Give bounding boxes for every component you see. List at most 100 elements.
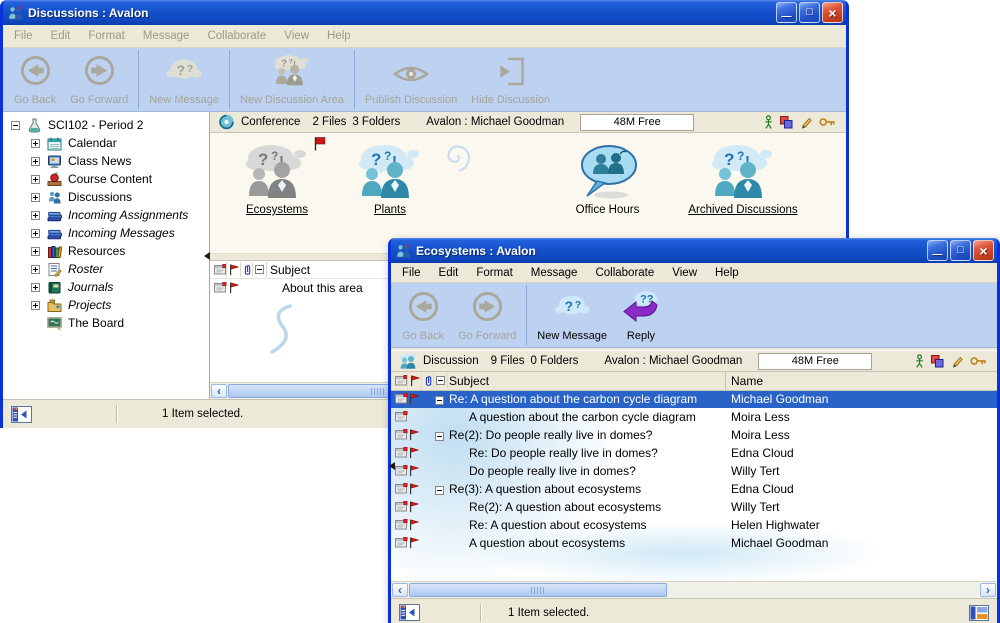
new-message-button[interactable]: ??New Message	[142, 48, 226, 111]
sidebar-item-incoming-messages[interactable]: Incoming Messages	[3, 224, 209, 242]
expand-icon[interactable]	[31, 175, 40, 184]
name-column-header[interactable]: Name	[731, 374, 763, 388]
scroll-left-icon[interactable]: ‹	[211, 384, 227, 398]
collapse-all-icon[interactable]	[255, 265, 264, 274]
menu-item-collaborate[interactable]: Collaborate	[198, 30, 275, 42]
expand-icon[interactable]	[31, 139, 40, 148]
maximize-button[interactable]: □	[950, 240, 971, 261]
file-count: 2 Files	[312, 116, 346, 128]
collapse-icon[interactable]	[435, 484, 444, 498]
message-row[interactable]: A question about ecosystemsMichael Goodm…	[391, 534, 997, 552]
go-forward-icon	[83, 54, 116, 92]
go-forward-button[interactable]: Go Forward	[451, 283, 523, 347]
collapse-icon[interactable]	[435, 430, 444, 444]
file-count: 9 Files	[491, 355, 525, 367]
menu-item-collaborate[interactable]: Collaborate	[586, 267, 663, 279]
collapse-all-icon[interactable]	[436, 376, 445, 385]
maximize-button[interactable]: □	[799, 2, 820, 23]
message-row[interactable]: Re(3): A question about ecosystems Edna C…	[391, 480, 997, 498]
go-back-button[interactable]: Go Back	[7, 48, 63, 111]
message-row[interactable]: Re: A question about the carbon cycle di…	[391, 390, 997, 408]
menu-item-edit[interactable]: Edit	[430, 267, 468, 279]
menu-item-help[interactable]: Help	[318, 30, 360, 42]
expand-icon[interactable]	[31, 193, 40, 202]
message-row[interactable]: Re(2): A question about ecosystemsWilly …	[391, 498, 997, 516]
go-back-icon	[19, 54, 52, 92]
expand-icon[interactable]	[31, 157, 40, 166]
sidebar-item-roster[interactable]: Roster	[3, 260, 209, 278]
scroll-right-icon[interactable]: ›	[980, 583, 996, 597]
splitter-collapse-icon[interactable]	[389, 462, 395, 470]
message-row[interactable]: Re: Do people really live in domes?Edna …	[391, 444, 997, 462]
sidebar-item-the-board[interactable]: The Board	[3, 314, 209, 332]
menu-item-file[interactable]: File	[5, 30, 42, 42]
minimize-button[interactable]: —	[927, 240, 948, 261]
layout-toggle-icon[interactable]	[969, 605, 989, 621]
pane-toggle-icon[interactable]	[11, 406, 32, 423]
expand-icon[interactable]	[31, 211, 40, 220]
go-back-button[interactable]: Go Back	[395, 283, 451, 347]
message-row[interactable]: Re: A question about ecosystemsHelen Hig…	[391, 516, 997, 534]
conference-icon-archived-discussions[interactable]: ?? ! Archived Discussions	[662, 139, 824, 216]
subject-column-header[interactable]: Subject	[449, 374, 489, 388]
new-discussion-area-button[interactable]: ?? ! New Discussion Area	[233, 48, 351, 111]
message-row[interactable]: A question about the carbon cycle diagra…	[391, 408, 997, 426]
status-text: 1 Item selected.	[508, 607, 589, 619]
close-button[interactable]: ×	[822, 2, 843, 23]
sidebar-item-journals[interactable]: Journals	[3, 278, 209, 296]
expand-icon[interactable]	[31, 301, 40, 310]
folder-count: 3 Folders	[352, 116, 400, 128]
scroll-left-icon[interactable]: ‹	[392, 583, 408, 597]
scrollbar-thumb[interactable]	[409, 583, 667, 597]
sidebar-item-projects[interactable]: Projects	[3, 296, 209, 314]
sidebar-item-course-content[interactable]: Course Content	[3, 170, 209, 188]
conference-icon-plants[interactable]: ?? ! Plants	[340, 139, 440, 216]
titlebar-discussions[interactable]: Discussions : Avalon —□×	[3, 0, 846, 25]
expand-icon[interactable]	[31, 229, 40, 238]
envelope-icon	[395, 519, 408, 533]
new-message-button[interactable]: ??New Message	[530, 283, 614, 347]
menu-item-file[interactable]: File	[393, 267, 430, 279]
menu-item-message[interactable]: Message	[522, 267, 587, 279]
expand-icon[interactable]	[31, 247, 40, 256]
expand-icon[interactable]	[31, 265, 40, 274]
message-row[interactable]: Re(2): Do people really live in domes?Mo…	[391, 426, 997, 444]
menu-item-view[interactable]: View	[663, 267, 706, 279]
hide-discussion-button[interactable]: Hide Discussion	[464, 48, 557, 111]
pane-toggle-icon[interactable]	[399, 604, 420, 621]
message-subject: Re: Do people really live in domes?	[469, 446, 658, 460]
sidebar-item-resources[interactable]: Resources	[3, 242, 209, 260]
menu-item-view[interactable]: View	[275, 30, 318, 42]
message-author: Moira Less	[731, 428, 790, 442]
conference-icon-ecosystems[interactable]: ?? ! Ecosystems	[222, 139, 332, 216]
sidebar-item-incoming-assignments[interactable]: Incoming Assignments	[3, 206, 209, 224]
message-author: Edna Cloud	[731, 482, 794, 496]
expand-icon[interactable]	[31, 283, 40, 292]
sidebar-item-calendar[interactable]: Calendar	[3, 134, 209, 152]
menu-item-help[interactable]: Help	[706, 267, 748, 279]
splitter-collapse-icon[interactable]	[204, 252, 210, 260]
titlebar-ecosystems[interactable]: Ecosystems : Avalon —□×	[391, 238, 997, 263]
go-forward-button[interactable]: Go Forward	[63, 48, 135, 111]
conference-icon-office-hours[interactable]: Office Hours	[550, 139, 665, 216]
collapse-icon[interactable]	[435, 394, 444, 408]
collapse-icon[interactable]	[11, 121, 20, 130]
horizontal-scrollbar[interactable]: ‹ ›	[391, 581, 997, 598]
message-row[interactable]: Do people really live in domes?Willy Ter…	[391, 462, 997, 480]
sidebar-item-root[interactable]: SCI102 - Period 2	[3, 116, 209, 134]
subject-column-header[interactable]: Subject	[270, 263, 310, 277]
menu-item-format[interactable]: Format	[467, 267, 521, 279]
reply-button[interactable]: ??Reply	[614, 283, 668, 347]
publish-discussion-button[interactable]: Publish Discussion	[358, 48, 464, 111]
sidebar-item-class-news[interactable]: Class News	[3, 152, 209, 170]
list-header[interactable]: Subject Name	[391, 372, 997, 391]
menu-item-edit[interactable]: Edit	[42, 30, 80, 42]
minimize-button[interactable]: —	[776, 2, 797, 23]
envelope-icon	[395, 447, 408, 461]
message-subject: Re(3): A question about ecosystems	[449, 482, 641, 496]
close-button[interactable]: ×	[973, 240, 994, 261]
menu-item-message[interactable]: Message	[134, 30, 199, 42]
menu-item-format[interactable]: Format	[79, 30, 133, 42]
column-divider[interactable]	[725, 372, 726, 390]
sidebar-item-discussions[interactable]: Discussions	[3, 188, 209, 206]
